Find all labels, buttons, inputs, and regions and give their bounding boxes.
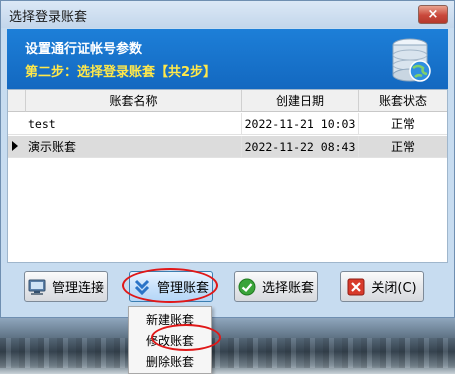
- cell-date: 2022-11-22 08:43: [242, 136, 359, 158]
- select-ledger-button[interactable]: 选择账套: [234, 271, 318, 302]
- close-button[interactable]: 关闭(C): [340, 271, 424, 302]
- dialog-window: 选择登录账套 × 设置通行证帐号参数 第二步：选择登录账套【共2步】 账套名称 …: [0, 0, 455, 318]
- title-bar: 选择登录账套 ×: [1, 1, 454, 28]
- header-indicator-cell: [8, 90, 26, 112]
- column-header-date[interactable]: 创建日期: [242, 90, 359, 112]
- highlight-ring-edit-ledger: [151, 324, 221, 351]
- cell-name: 演示账套: [26, 136, 242, 158]
- cell-name: test: [26, 113, 242, 135]
- window-title: 选择登录账套: [9, 10, 88, 25]
- table-row[interactable]: test 2022-11-21 10:03 正常: [8, 113, 447, 135]
- menu-item-delete-ledger[interactable]: 删除账套: [129, 351, 211, 373]
- computer-icon: [28, 279, 46, 295]
- cell-status: 正常: [390, 117, 415, 131]
- banner-title: 设置通行证帐号参数: [25, 42, 143, 57]
- check-icon: [238, 278, 256, 295]
- select-ledger-label: 选择账套: [261, 281, 314, 296]
- column-header-status[interactable]: 账套状态: [359, 90, 447, 112]
- row-pointer-icon: [12, 141, 18, 151]
- ledger-table: 账套名称 创建日期 账套状态 test 2022-11-21 10:03 正常 …: [7, 89, 448, 263]
- close-icon: [347, 278, 365, 295]
- window-close-button[interactable]: ×: [418, 5, 448, 24]
- database-globe-icon: [392, 38, 431, 82]
- header-banner: 设置通行证帐号参数 第二步：选择登录账套【共2步】: [7, 29, 448, 89]
- manage-connection-label: 管理连接: [51, 281, 104, 296]
- cell-date: 2022-11-21 10:03: [242, 113, 359, 135]
- cell-status: 正常: [390, 140, 415, 154]
- desktop-background: [0, 318, 455, 374]
- highlight-ring-manage-ledger: [122, 268, 218, 303]
- banner-step: 第二步：选择登录账套【共2步】: [25, 65, 217, 80]
- manage-connection-button[interactable]: 管理连接: [24, 271, 108, 302]
- column-header-name[interactable]: 账套名称: [26, 90, 242, 112]
- table-row[interactable]: 演示账套 2022-11-22 08:43 正常: [8, 136, 447, 158]
- close-label: 关闭(C): [371, 281, 417, 296]
